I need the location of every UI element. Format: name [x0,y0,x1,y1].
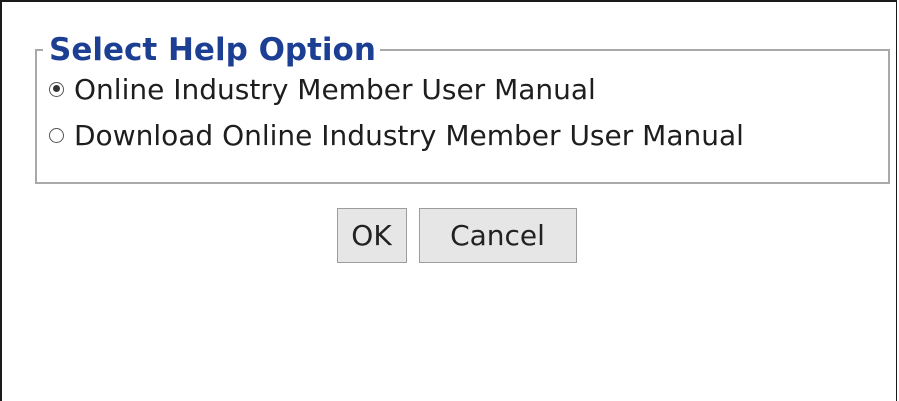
option-download-manual[interactable]: Download Online Industry Member User Man… [49,114,888,156]
help-option-dialog: Select Help Option Online Industry Membe… [0,0,897,401]
option-online-manual[interactable]: Online Industry Member User Manual [49,68,888,110]
option-online-manual-label: Online Industry Member User Manual [74,72,596,106]
option-download-manual-label: Download Online Industry Member User Man… [74,118,744,152]
cancel-button[interactable]: Cancel [418,208,577,263]
help-option-group: Select Help Option Online Industry Membe… [35,32,890,184]
ok-button[interactable]: OK [336,208,407,263]
radio-unselected-icon[interactable] [49,127,64,143]
button-row: OK Cancel [2,208,899,263]
radio-selected-icon[interactable] [49,81,64,97]
group-legend: Select Help Option [49,32,376,68]
